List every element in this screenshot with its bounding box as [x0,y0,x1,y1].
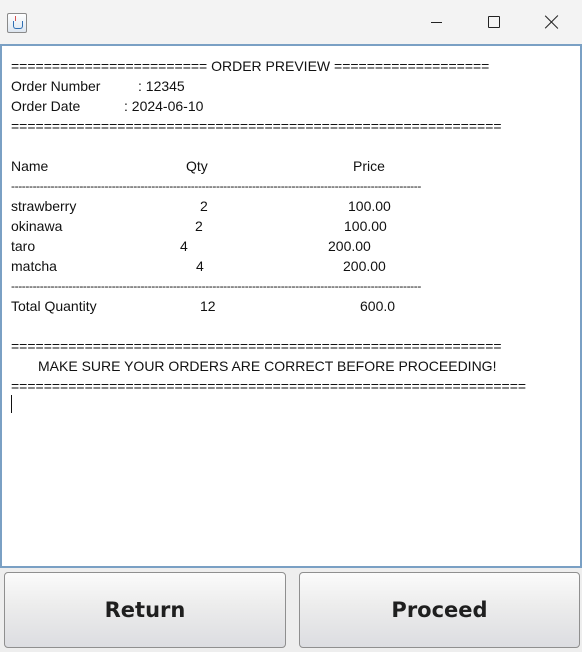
item-name: matcha [11,258,57,274]
item-qty: 4 [196,258,204,274]
item-qty: 4 [180,238,188,254]
order-date-label: Order Date [11,98,81,114]
item-name: strawberry [11,198,77,214]
double-rule: ========================================… [11,338,502,354]
minimize-icon [430,21,442,23]
column-header-price: Price [353,158,385,174]
java-cup-icon[interactable] [7,13,27,33]
text-caret [11,395,12,413]
item-qty: 2 [195,218,203,234]
item-price: 200.00 [343,258,386,274]
maximize-button[interactable] [465,0,523,44]
order-preview-textarea[interactable]: ======================== ORDER PREVIEW =… [0,44,582,568]
total-quantity-value: 12 [200,298,216,314]
order-number-value: : 12345 [138,78,185,94]
item-price: 100.00 [344,218,387,234]
close-button[interactable] [523,0,581,44]
minimize-button[interactable] [407,0,465,44]
order-number-label: Order Number [11,78,101,94]
return-button[interactable]: Return [4,572,286,648]
double-rule-long: ========================================… [11,378,527,394]
double-rule: ========================================… [11,118,502,134]
item-price: 200.00 [328,238,371,254]
column-header-name: Name [11,158,49,174]
item-name: okinawa [11,218,63,234]
order-preview-header-rule: ======================== ORDER PREVIEW =… [11,58,490,74]
dash-rule: ----------------------------------------… [11,179,421,193]
item-price: 100.00 [348,198,391,214]
total-price-value: 600.0 [360,298,396,314]
column-header-qty: Qty [186,158,208,174]
item-name: taro [11,238,36,254]
proceed-button[interactable]: Proceed [299,572,580,648]
total-quantity-label: Total Quantity [11,298,97,314]
dash-rule: ----------------------------------------… [11,279,421,293]
maximize-icon [488,16,500,28]
order-date-value: : 2024-06-10 [124,98,204,114]
warning-message: MAKE SURE YOUR ORDERS ARE CORRECT BEFORE… [38,358,497,374]
title-bar [0,0,582,44]
item-qty: 2 [200,198,208,214]
close-icon [545,15,559,29]
